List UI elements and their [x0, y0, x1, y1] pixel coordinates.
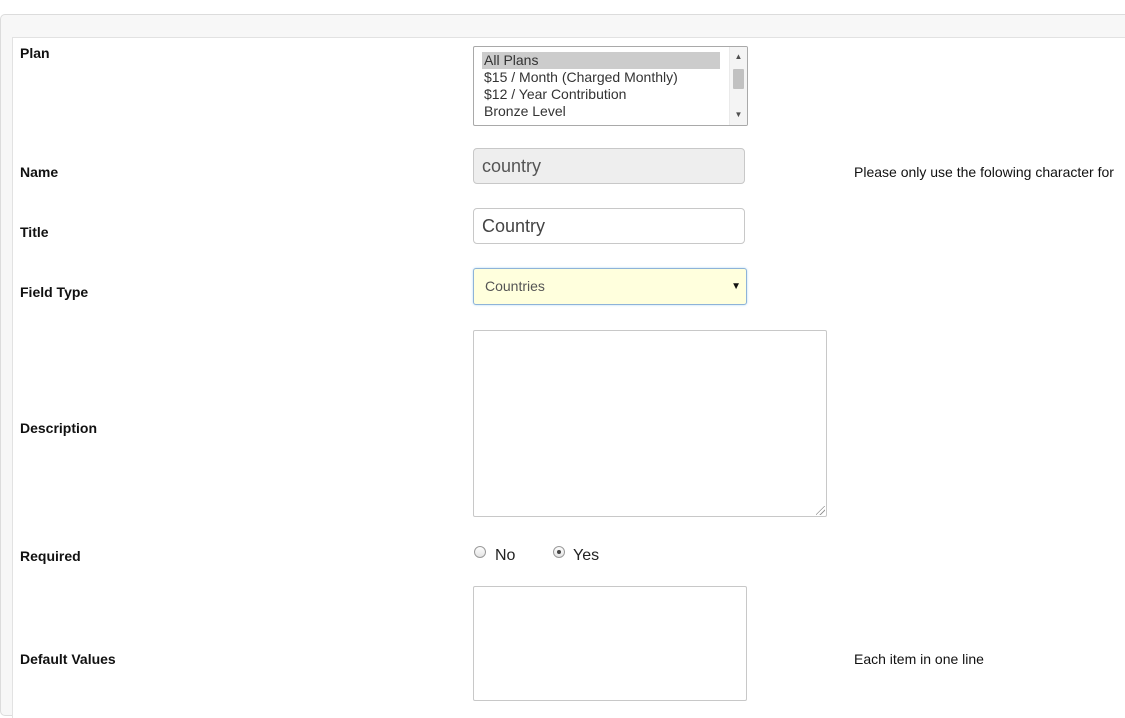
plan-option-all-plans[interactable]: All Plans: [482, 52, 720, 69]
scroll-down-icon[interactable]: ▼: [730, 107, 747, 123]
plan-label: Plan: [20, 45, 50, 61]
required-label: Required: [20, 548, 81, 564]
default-values-textarea[interactable]: [473, 586, 747, 701]
radio-no[interactable]: [474, 546, 486, 558]
radio-no-label[interactable]: No: [495, 547, 515, 565]
default-values-help-text: Each item in one line: [854, 651, 984, 667]
chevron-down-icon: ▼: [731, 281, 741, 292]
default-values-label: Default Values: [20, 651, 116, 667]
field-type-label: Field Type: [20, 284, 89, 300]
description-label: Description: [20, 420, 98, 436]
name-input[interactable]: country: [473, 148, 745, 184]
plan-listbox[interactable]: All Plans $15 / Month (Charged Monthly) …: [473, 46, 748, 126]
field-type-select[interactable]: Countries ▼: [473, 268, 747, 305]
name-help-text: Please only use the folowing character f…: [854, 164, 1114, 180]
plan-scrollbar[interactable]: ▲ ▼: [729, 47, 747, 125]
scroll-up-icon[interactable]: ▲: [730, 49, 747, 65]
radio-yes[interactable]: [553, 546, 565, 558]
plan-option-yearly[interactable]: $12 / Year Contribution: [482, 86, 720, 103]
plan-option-monthly[interactable]: $15 / Month (Charged Monthly): [482, 69, 720, 86]
description-textarea[interactable]: [473, 330, 827, 517]
title-label: Title: [20, 224, 49, 240]
field-type-selected-value: Countries: [485, 278, 545, 294]
plan-option-bronze[interactable]: Bronze Level: [482, 103, 720, 120]
name-label: Name: [20, 164, 59, 180]
radio-selected-dot: [557, 550, 561, 554]
scroll-thumb[interactable]: [733, 69, 744, 89]
required-option-no[interactable]: No: [473, 545, 523, 567]
title-input[interactable]: Country: [473, 208, 745, 244]
required-option-yes[interactable]: Yes: [552, 545, 607, 567]
resize-grip-icon[interactable]: [816, 506, 825, 515]
radio-yes-label[interactable]: Yes: [573, 547, 599, 565]
